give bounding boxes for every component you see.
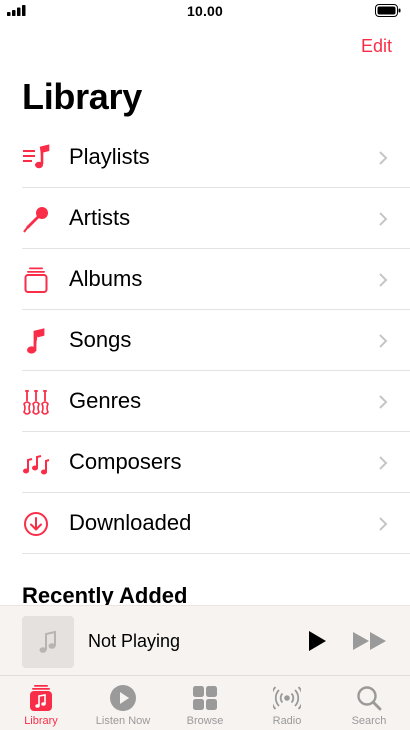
library-item-label: Downloaded — [69, 510, 192, 535]
playlist-icon — [23, 144, 50, 169]
library-item-label: Albums — [69, 266, 143, 291]
album-stack-icon — [24, 267, 48, 293]
music-note-icon — [27, 328, 45, 354]
tab-search[interactable]: Search — [328, 676, 410, 730]
library-item-albums[interactable]: Albums — [22, 249, 410, 310]
play-button[interactable] — [306, 630, 328, 652]
library-item-label: Playlists — [69, 144, 150, 169]
grid-icon — [193, 686, 217, 710]
library-item-genres[interactable]: Genres — [22, 371, 410, 432]
download-circle-icon — [24, 512, 48, 536]
chevron-right-icon — [379, 395, 388, 409]
tab-label: Browse — [186, 715, 224, 727]
now-playing-title: Not Playing — [88, 631, 181, 651]
status-time: 10.00 — [186, 3, 224, 19]
library-item-songs[interactable]: Songs — [22, 310, 410, 371]
library-item-playlists[interactable]: Playlists — [22, 127, 410, 188]
library-item-composers[interactable]: Composers — [22, 432, 410, 493]
library-item-label: Genres — [69, 388, 142, 413]
microphone-icon — [23, 207, 48, 233]
page-title: Library — [22, 76, 142, 117]
chevron-right-icon — [379, 334, 388, 348]
chevron-right-icon — [379, 151, 388, 165]
library-item-artists[interactable]: Artists — [22, 188, 410, 249]
guitars-icon — [23, 390, 49, 415]
music-note-icon — [39, 630, 56, 653]
mini-player[interactable]: Not Playing — [0, 605, 410, 676]
library-item-label: Songs — [69, 327, 132, 352]
library-item-label: Composers — [69, 449, 182, 474]
library-item-label: Artists — [69, 205, 131, 230]
tab-label: Library — [24, 715, 58, 727]
tab-bar: Library Listen Now Browse Radio Search — [0, 675, 410, 730]
play-circle-icon — [110, 685, 136, 711]
chevron-right-icon — [379, 273, 388, 287]
tab-library[interactable]: Library — [0, 676, 82, 730]
music-notes-icon — [23, 455, 50, 475]
battery-icon — [375, 4, 401, 17]
library-item-downloaded[interactable]: Downloaded — [22, 493, 410, 554]
fast-forward-button[interactable] — [352, 631, 388, 651]
radio-waves-icon — [273, 686, 301, 710]
tab-label: Search — [351, 715, 387, 727]
chevron-right-icon — [379, 212, 388, 226]
tab-listen-now[interactable]: Listen Now — [82, 676, 164, 730]
album-art-placeholder — [22, 616, 74, 668]
tab-browse[interactable]: Browse — [164, 676, 246, 730]
chevron-right-icon — [379, 456, 388, 470]
tab-radio[interactable]: Radio — [246, 676, 328, 730]
status-bar: 10.00 — [0, 0, 410, 22]
edit-button[interactable]: Edit — [361, 36, 392, 57]
library-icon — [30, 685, 52, 711]
tab-label: Radio — [272, 715, 302, 727]
search-icon — [357, 686, 382, 711]
library-list: Playlists Artists Albums Songs Genres Co… — [0, 127, 410, 554]
chevron-right-icon — [379, 517, 388, 531]
tab-label: Listen Now — [95, 715, 151, 727]
